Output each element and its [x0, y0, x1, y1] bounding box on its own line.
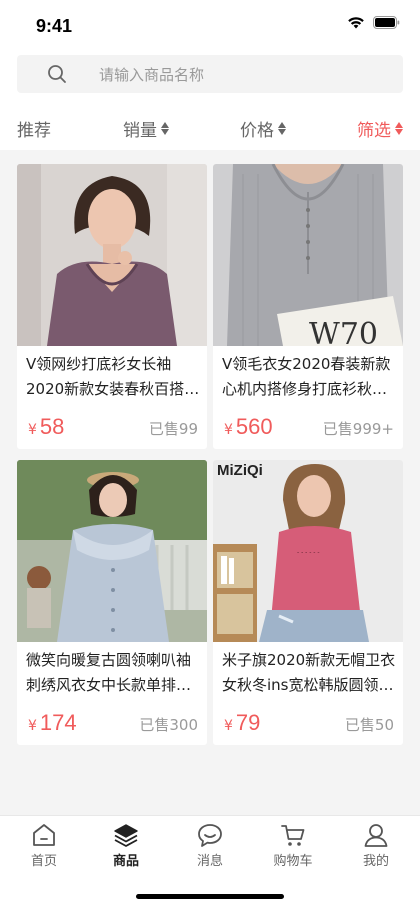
brand-logo: MiZiQi: [217, 462, 263, 479]
price-currency: ¥: [224, 422, 233, 438]
tab-products-label: 商品: [112, 854, 139, 869]
battery-icon: [373, 16, 400, 29]
sort-sales[interactable]: 销量: [123, 116, 169, 141]
home-indicator[interactable]: [136, 894, 284, 899]
price-value: 79: [235, 710, 261, 735]
search-icon: [48, 65, 66, 83]
tab-bar: 首页 商品 消息 购物车 我的: [0, 815, 420, 909]
layers-icon: [114, 824, 138, 847]
tab-profile-label: 我的: [362, 854, 389, 869]
tab-messages-label: 消息: [196, 854, 223, 869]
sort-arrows-icon: [395, 122, 403, 135]
sort-sales-label: 销量: [123, 121, 157, 141]
product-card[interactable]: 微笑向暖复古圆领喇叭袖刺绣风衣女中长款单排扣外套 ¥ 174 已售300: [17, 460, 207, 745]
price-value: 58: [39, 414, 65, 439]
top-area: 9:41 请输入商品名称 推荐 销量 价格 筛选: [0, 0, 420, 150]
tab-cart-label: 购物车: [273, 854, 313, 869]
product-sold: 已售50: [344, 716, 394, 734]
product-title[interactable]: 微笑向暖复古圆领喇叭袖刺绣风衣女中长款单排扣外套: [26, 648, 200, 698]
product-card[interactable]: W70 V领毛衣女2020春装新款心机内搭修身打底衫秋冬针织衫 ¥ 560 已售…: [213, 164, 403, 449]
sort-bar: 推荐 销量 价格 筛选: [0, 108, 420, 148]
search-placeholder: 请输入商品名称: [99, 66, 205, 84]
price-currency: ¥: [28, 718, 37, 734]
message-icon: [198, 824, 222, 847]
price-currency: ¥: [224, 718, 233, 734]
product-image[interactable]: [17, 460, 207, 642]
product-card[interactable]: V领网纱打底衫女长袖2020新款女装春秋百搭薄款上衣 ¥ 58 已售99: [17, 164, 207, 449]
tab-cart[interactable]: 购物车: [251, 822, 335, 869]
sort-arrows-icon: [278, 122, 286, 135]
price-currency: ¥: [28, 422, 37, 438]
wifi-icon: [348, 17, 364, 29]
sort-filter[interactable]: 筛选: [357, 116, 403, 141]
product-title[interactable]: V领网纱打底衫女长袖2020新款女装春秋百搭薄款上衣: [26, 352, 200, 402]
product-price: ¥ 79: [224, 710, 260, 736]
tab-messages[interactable]: 消息: [168, 822, 252, 869]
sort-recommend-label: 推荐: [17, 121, 51, 141]
status-bar: 9:41: [0, 0, 420, 52]
user-icon: [364, 824, 388, 847]
tab-profile[interactable]: 我的: [334, 822, 418, 869]
search-input[interactable]: 请输入商品名称: [17, 55, 403, 93]
price-value: 174: [39, 710, 77, 735]
product-price: ¥ 58: [28, 414, 64, 440]
product-card[interactable]: - - - - - - MiZiQi 米子旗2020新款无帽卫衣女秋冬ins宽松…: [213, 460, 403, 745]
product-sold: 已售300: [139, 716, 198, 734]
sort-price[interactable]: 价格: [240, 116, 286, 141]
product-image[interactable]: - - - - - - MiZiQi: [213, 460, 403, 642]
status-time: 9:41: [36, 16, 73, 36]
sort-arrows-icon: [161, 122, 169, 135]
tab-home[interactable]: 首页: [2, 822, 86, 869]
tab-products[interactable]: 商品: [84, 822, 168, 869]
sort-price-label: 价格: [240, 121, 274, 141]
product-sold: 已售999+: [322, 420, 394, 438]
product-sold: 已售99: [148, 420, 198, 438]
product-image[interactable]: [17, 164, 207, 346]
price-value: 560: [235, 414, 273, 439]
cart-icon: [281, 825, 305, 846]
product-title[interactable]: V领毛衣女2020春装新款心机内搭修身打底衫秋冬针织衫: [222, 352, 396, 402]
tab-home-label: 首页: [30, 854, 57, 869]
product-price: ¥ 174: [28, 710, 77, 736]
sort-filter-label: 筛选: [357, 121, 391, 141]
product-title[interactable]: 米子旗2020新款无帽卫衣女秋冬ins宽松韩版圆领上衣: [222, 648, 396, 698]
home-icon: [33, 824, 55, 846]
svg-text:- - - - - -: - - - - - -: [297, 549, 320, 556]
product-image[interactable]: W70: [213, 164, 403, 346]
status-icons: [347, 16, 400, 29]
svg-text:W70: W70: [309, 317, 378, 346]
product-price: ¥ 560: [224, 414, 273, 440]
sort-recommend[interactable]: 推荐: [17, 116, 51, 141]
